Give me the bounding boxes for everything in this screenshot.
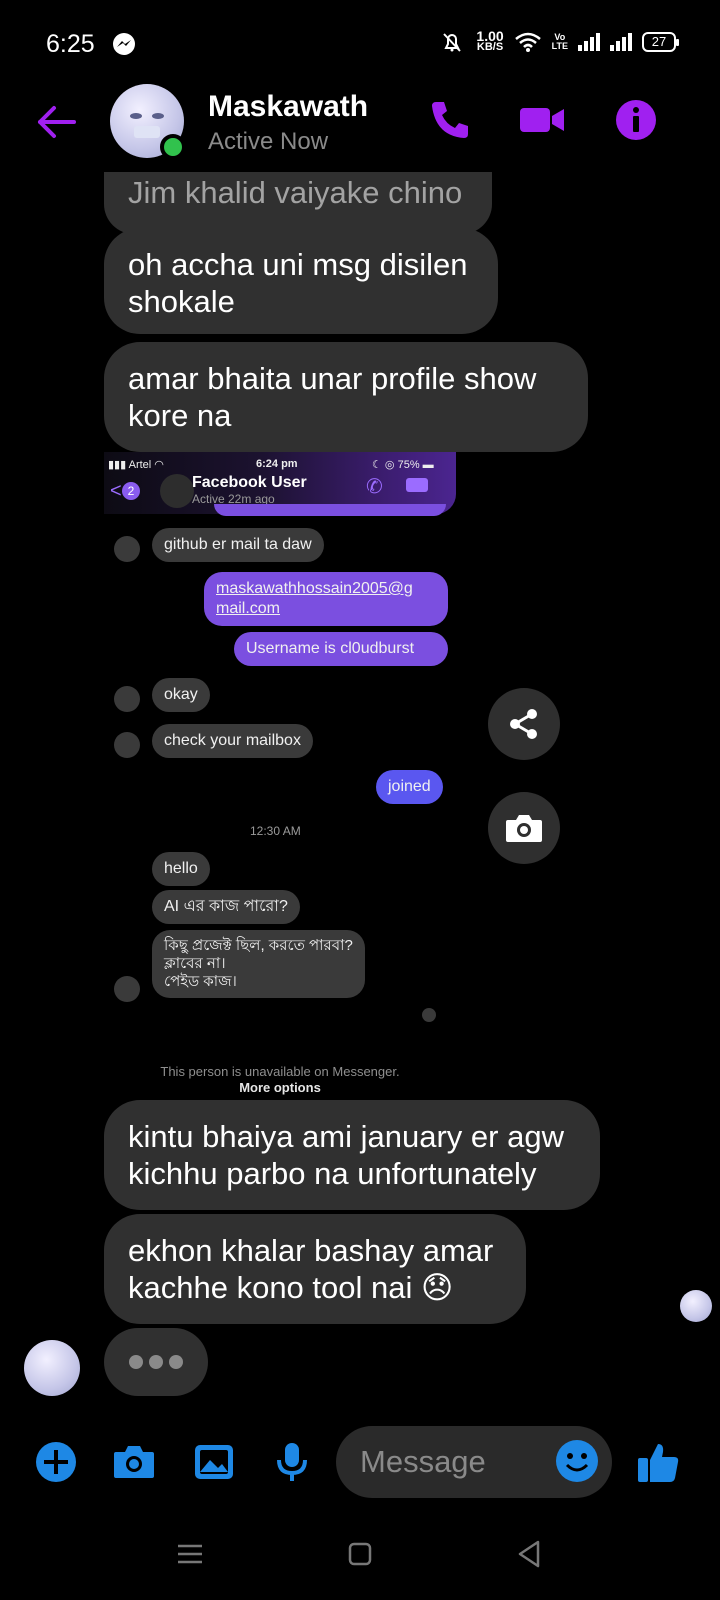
shot-avatar	[160, 474, 194, 508]
shot-status-carrier: ▮▮▮ Artel ◠	[108, 459, 164, 471]
shot-status-time: 6:24 pm	[256, 458, 298, 470]
message-bubble[interactable]: oh accha uni msg disilen shokale	[104, 228, 498, 334]
shot-line: ক্লাবের না।	[164, 955, 226, 972]
home-nav-icon[interactable]	[340, 1534, 380, 1574]
shot-avatar-dot	[114, 732, 140, 758]
shot-avatar-dot	[114, 686, 140, 712]
message-bubble[interactable]: kintu bhaiya ami january er agw kichhu p…	[104, 1100, 600, 1210]
shot-message: Username is cl0udburst	[234, 632, 448, 666]
typing-indicator	[104, 1328, 208, 1396]
shot-message: AI এর কাজ পারো?	[152, 890, 300, 924]
back-nav-icon[interactable]	[510, 1534, 550, 1574]
volte-bottom: LTE	[551, 41, 568, 51]
shot-line: পেইড কাজ।	[164, 973, 237, 990]
shot-prev-bubble	[214, 504, 446, 516]
shot-message: hello	[152, 852, 210, 886]
camera-save-button[interactable]	[488, 792, 560, 864]
share-icon	[510, 709, 537, 739]
signal-1-icon	[578, 33, 600, 51]
message-bubble[interactable]: ekhon khalar bashay amar kachhe kono too…	[104, 1214, 526, 1324]
gallery-icon[interactable]	[192, 1440, 236, 1484]
shot-message: check your mailbox	[152, 724, 313, 758]
typing-avatar	[24, 1340, 80, 1396]
shot-message: okay	[152, 678, 210, 712]
microphone-icon[interactable]	[270, 1440, 314, 1484]
net-speed-unit: KB/S	[476, 41, 504, 53]
shot-contact-name: Facebook User	[192, 474, 307, 491]
wifi-icon	[514, 32, 541, 52]
camera-icon[interactable]	[112, 1440, 156, 1484]
online-indicator	[160, 134, 186, 160]
status-bar: 6:25 1.00 KB/S Vo LTE 27	[0, 0, 720, 84]
net-speed: 1.00 KB/S	[476, 29, 504, 53]
message-bubble[interactable]: amar bhaita unar profile show kore na	[104, 342, 588, 452]
signal-2-icon	[610, 33, 632, 51]
back-arrow-icon[interactable]	[34, 100, 78, 144]
shot-call-icon: ✆	[366, 476, 383, 498]
shot-avatar-dot	[114, 976, 140, 1002]
shot-video-icon	[406, 478, 428, 492]
shared-screenshot-image[interactable]: ▮▮▮ Artel ◠ 6:24 pm ☾ ◎ 75% ▬ < 2 Facebo…	[104, 452, 456, 1102]
camera-icon	[506, 815, 542, 842]
shot-message: github er mail ta daw	[152, 528, 324, 562]
contact-status: Active Now	[208, 128, 329, 155]
info-icon[interactable]	[612, 96, 660, 144]
emoji-icon[interactable]	[554, 1438, 600, 1484]
composer	[0, 1420, 720, 1500]
unavailable-text: This person is unavailable on Messenger.	[160, 1064, 400, 1079]
unavailable-notice: This person is unavailable on Messenger.…	[104, 1064, 456, 1096]
more-options-link: More options	[239, 1080, 321, 1095]
status-right: 1.00 KB/S Vo LTE 27	[438, 29, 679, 54]
shot-timestamp: 12:30 AM	[250, 824, 301, 838]
messenger-notification-icon	[113, 33, 135, 55]
shot-avatar-dot	[114, 536, 140, 562]
shot-back-icon: <	[110, 480, 122, 502]
menu-nav-icon[interactable]	[170, 1534, 210, 1574]
shot-message-multiline: কিছু প্রজেক্ট ছিল, করতে পারবা? ক্লাবের ন…	[152, 930, 365, 998]
shot-message-email: maskawathhossain2005@g mail.com	[204, 572, 448, 626]
shot-email-line2: mail.com	[216, 600, 281, 617]
shot-message: joined	[376, 770, 443, 804]
message-bubble[interactable]: Jim khalid vaiyake chino	[104, 172, 492, 234]
shot-line: কিছু প্রজেক্ট ছিল, করতে পারবা?	[164, 937, 353, 954]
contact-name[interactable]: Maskawath	[208, 90, 368, 124]
plus-icon[interactable]	[34, 1440, 78, 1484]
voice-call-icon[interactable]	[426, 96, 474, 144]
thumbs-up-icon[interactable]	[636, 1440, 680, 1484]
battery-icon: 27	[642, 32, 679, 52]
volte-label: Vo LTE	[552, 33, 568, 51]
video-call-icon[interactable]	[518, 96, 566, 144]
chat-header: Maskawath Active Now	[0, 84, 720, 180]
system-nav-bar	[0, 1516, 720, 1600]
mute-bell-icon	[443, 33, 462, 52]
read-receipt-avatar	[680, 1290, 712, 1322]
share-button[interactable]	[488, 688, 560, 760]
shot-email-line1: maskawathhossain2005@g	[216, 580, 413, 597]
shot-back-badge: 2	[122, 482, 140, 500]
status-time: 6:25	[46, 30, 95, 58]
shot-seen-dot	[422, 1008, 436, 1022]
shot-status-battery: ☾ ◎ 75% ▬	[372, 459, 434, 471]
